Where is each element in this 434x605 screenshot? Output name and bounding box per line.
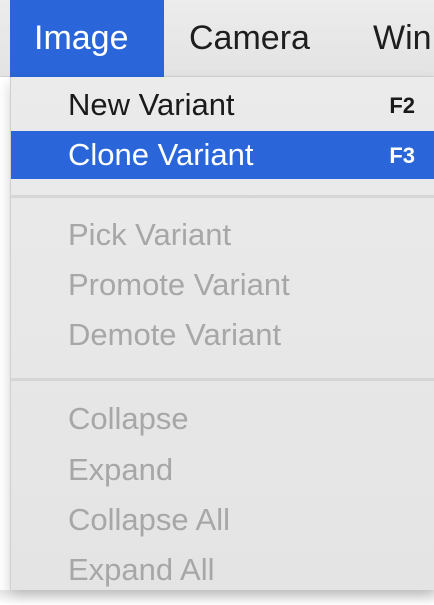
menu-item-label: Pick Variant <box>68 217 232 252</box>
image-menu-dropdown: New Variant F2 Clone Variant F3 Pick Var… <box>10 77 434 590</box>
menu-item-collapse[interactable]: Collapse <box>11 395 434 443</box>
menu-item-promote-variant[interactable]: Promote Variant <box>11 261 434 309</box>
menu-item-label: Expand All <box>68 552 215 587</box>
menu-item-new-variant[interactable]: New Variant F2 <box>11 81 434 129</box>
menu-item-label: Demote Variant <box>68 317 282 352</box>
menu-item-shortcut: F2 <box>389 93 415 118</box>
menu-item-label: Collapse All <box>68 502 230 537</box>
dropdown-shadow <box>0 590 434 605</box>
menu-item-label: Promote Variant <box>68 267 290 302</box>
menu-bar: Image Camera Win <box>0 0 434 77</box>
menubar-item-image[interactable]: Image <box>10 0 164 77</box>
menu-item-expand-all[interactable]: Expand All <box>11 546 434 594</box>
menu-separator <box>11 195 434 198</box>
menu-item-clone-variant[interactable]: Clone Variant F3 <box>11 131 434 179</box>
menu-item-shortcut: F3 <box>389 143 415 168</box>
menu-item-label: Expand <box>68 452 174 487</box>
menu-item-label: Collapse <box>68 401 189 436</box>
menu-item-label: Clone Variant <box>68 137 254 172</box>
menu-separator <box>11 378 434 381</box>
menu-item-expand[interactable]: Expand <box>11 446 434 494</box>
menu-item-pick-variant[interactable]: Pick Variant <box>11 211 434 259</box>
menubar-item-window[interactable]: Win <box>373 0 432 77</box>
menu-item-demote-variant[interactable]: Demote Variant <box>11 311 434 359</box>
menu-item-label: New Variant <box>68 87 235 122</box>
menubar-item-camera[interactable]: Camera <box>189 0 310 77</box>
menu-item-collapse-all[interactable]: Collapse All <box>11 496 434 544</box>
